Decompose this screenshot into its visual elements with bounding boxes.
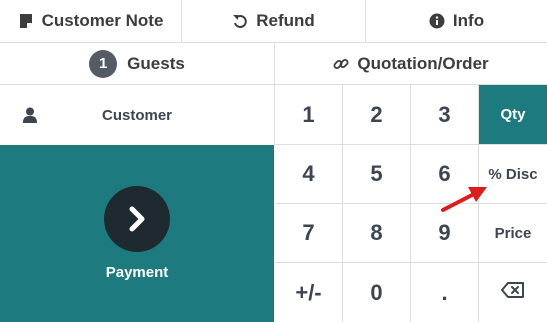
backspace-icon <box>501 282 525 303</box>
numpad-key-9[interactable]: 9 <box>411 204 479 263</box>
customer-label: Customer <box>101 106 172 124</box>
undo-icon <box>232 13 248 29</box>
customer-note-button[interactable]: Customer Note <box>0 0 182 43</box>
guests-button[interactable]: 1 Guests <box>0 43 275 85</box>
mode-qty-button[interactable]: Qty <box>479 85 547 145</box>
info-button[interactable]: Info <box>366 0 547 43</box>
numpad-key-3[interactable]: 3 <box>411 85 479 145</box>
numpad-key-decimal[interactable]: . <box>411 263 479 322</box>
customer-note-label: Customer Note <box>41 11 164 30</box>
numpad-key-plus-minus[interactable]: +/- <box>275 263 343 322</box>
numpad-key-0[interactable]: 0 <box>343 263 411 322</box>
customer-button[interactable]: Customer <box>0 85 275 145</box>
note-icon <box>18 13 34 29</box>
link-icon <box>333 56 349 72</box>
numpad-key-4[interactable]: 4 <box>275 145 343 204</box>
refund-button[interactable]: Refund <box>182 0 366 43</box>
quotation-order-label: Quotation/Order <box>357 53 489 73</box>
guests-count-badge: 1 <box>89 49 118 78</box>
numpad-key-1[interactable]: 1 <box>275 85 343 145</box>
quotation-order-button[interactable]: Quotation/Order <box>275 43 547 85</box>
backspace-button[interactable] <box>479 263 547 322</box>
payment-label: Payment <box>105 264 169 281</box>
payment-button[interactable]: Payment <box>0 145 274 322</box>
numpad-key-7[interactable]: 7 <box>275 204 343 263</box>
mode-price-button[interactable]: Price <box>479 204 547 263</box>
mode-discount-button[interactable]: % Disc <box>479 145 547 204</box>
user-icon <box>23 107 37 128</box>
guests-label: Guests <box>127 53 185 73</box>
refund-label: Refund <box>256 11 315 30</box>
info-circle-icon <box>429 13 445 29</box>
numpad-key-5[interactable]: 5 <box>343 145 411 204</box>
info-label: Info <box>452 11 485 30</box>
numpad-key-2[interactable]: 2 <box>343 85 411 145</box>
chevron-right-icon <box>104 186 170 252</box>
numpad-key-8[interactable]: 8 <box>343 204 411 263</box>
numpad-key-6[interactable]: 6 <box>411 145 479 204</box>
